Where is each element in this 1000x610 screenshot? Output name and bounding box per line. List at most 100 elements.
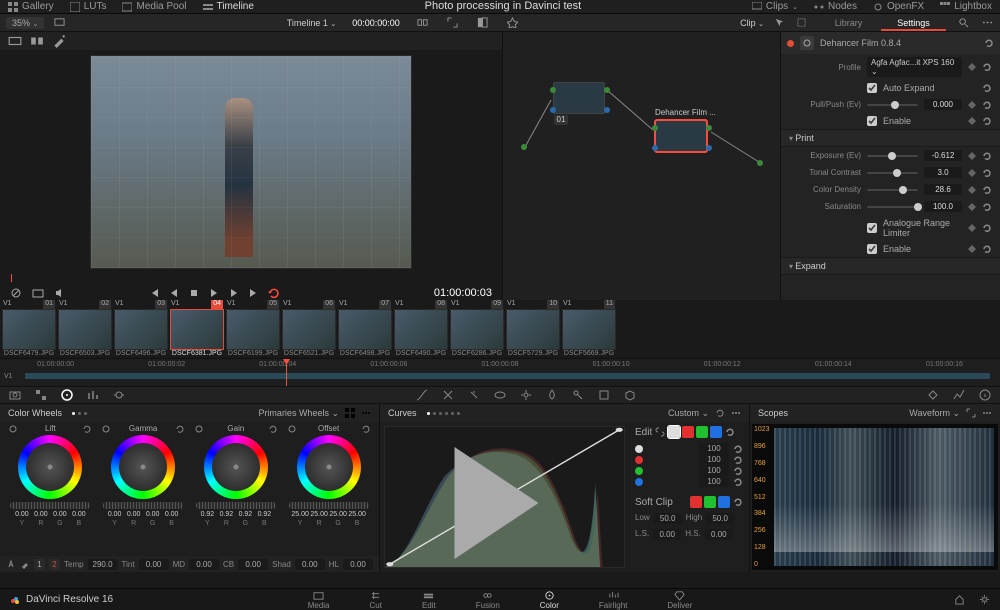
qualifier-icon[interactable] [467, 388, 481, 402]
node-output-dot[interactable] [757, 160, 763, 166]
reset-icon[interactable] [982, 185, 992, 195]
keyframes-timeline-icon[interactable] [926, 388, 940, 402]
bypass-icon[interactable] [10, 287, 22, 299]
sizing-icon[interactable] [597, 388, 611, 402]
color-wheels-icon[interactable] [60, 388, 74, 402]
hl-value[interactable]: 0.00 [343, 559, 373, 570]
wheels-menu-icon[interactable] [361, 408, 371, 418]
reset-icon[interactable] [82, 424, 92, 434]
gang-icon[interactable] [416, 16, 430, 30]
thumbnail[interactable]: V110DSCF5729.JPG [506, 300, 560, 358]
shad-value[interactable]: 0.00 [295, 559, 325, 570]
openfx-button[interactable]: OpenFX [865, 0, 932, 13]
auto-icon[interactable] [6, 559, 16, 569]
picker-icon[interactable] [194, 424, 204, 434]
sc-hs[interactable]: 0.00 [705, 529, 733, 540]
wheels-page-dots[interactable] [72, 412, 87, 415]
reset-icon[interactable] [982, 100, 992, 110]
channel-chip[interactable] [710, 426, 722, 438]
info-icon[interactable] [978, 388, 992, 402]
keyframe-icon[interactable] [968, 63, 976, 71]
adj-page2[interactable]: 2 [49, 559, 60, 570]
search-icon[interactable] [956, 16, 970, 30]
md-value[interactable]: 0.00 [189, 559, 219, 570]
curves-page-dots[interactable] [427, 412, 460, 415]
thumbnail[interactable]: V103DSCF6496.JPG [114, 300, 168, 358]
sc-chip[interactable] [718, 496, 730, 508]
color-wheel[interactable] [204, 435, 268, 499]
key-icon[interactable] [571, 388, 585, 402]
reset-icon[interactable] [733, 455, 743, 465]
expand-section-header[interactable]: Expand [781, 257, 1000, 275]
reset-icon[interactable] [733, 477, 743, 487]
plugin-reset-icon[interactable] [984, 38, 994, 48]
sc-low[interactable]: 50.0 [654, 513, 682, 524]
density-slider[interactable] [867, 189, 918, 191]
3d-icon[interactable] [623, 388, 637, 402]
plugin-active-dot[interactable] [787, 40, 794, 47]
page-fairlight[interactable]: Fairlight [599, 590, 627, 610]
image-wipe-icon[interactable] [8, 34, 22, 48]
keyframe-icon[interactable] [968, 101, 976, 109]
scopes-mode[interactable]: Waveform ⌄ [909, 408, 960, 419]
cb-value[interactable]: 0.00 [238, 559, 268, 570]
blur-icon[interactable] [545, 388, 559, 402]
channel-chip[interactable] [668, 426, 680, 438]
enable2-check[interactable] [867, 244, 877, 254]
page-media[interactable]: Media [308, 590, 330, 610]
page-deliver[interactable]: Deliver [667, 590, 692, 610]
library-tab[interactable]: Library [816, 14, 881, 31]
thumbnail[interactable]: V109DSCF6286.JPG [450, 300, 504, 358]
curves-icon[interactable] [415, 388, 429, 402]
saturation-value[interactable]: 100.0 [924, 201, 962, 212]
go-last-icon[interactable] [248, 287, 260, 299]
thumbnail[interactable]: V102DSCF6503.JPG [58, 300, 112, 358]
mediapool-button[interactable]: Media Pool [114, 0, 194, 13]
reset-icon[interactable] [982, 168, 992, 178]
expand-icon[interactable] [446, 16, 460, 30]
stop-icon[interactable] [188, 287, 200, 299]
zoom-select[interactable]: 35% ⌄ [6, 17, 44, 29]
curve-graph[interactable] [384, 426, 625, 568]
arl-check[interactable] [867, 223, 877, 233]
thumbnail[interactable]: V104DSCF6381.JPG [170, 300, 224, 358]
thumbnail[interactable]: V106DSCF6521.JPG [282, 300, 336, 358]
motion-icon[interactable] [112, 388, 126, 402]
clip-mode[interactable]: Clip ⌄ [740, 18, 764, 28]
play-icon[interactable] [208, 287, 220, 299]
pointer-icon[interactable] [772, 16, 786, 30]
reset-icon[interactable] [982, 244, 992, 254]
luts-button[interactable]: LUTs [62, 0, 115, 13]
picker-icon[interactable] [287, 424, 297, 434]
gallery-button[interactable]: Gallery [0, 0, 62, 13]
temp-value[interactable]: 290.0 [88, 559, 118, 570]
reset-icon[interactable] [268, 424, 278, 434]
page-edit[interactable]: Edit [422, 590, 436, 610]
primaries-mode[interactable]: Primaries Wheels ⌄ [258, 408, 339, 419]
jog-wheel[interactable] [10, 502, 90, 509]
profile-select[interactable]: Agfa Agfac...it XPS 160 ⌄ [867, 57, 962, 77]
thumbnail[interactable]: V101DSCF6479.JPG [2, 300, 56, 358]
tonal-slider[interactable] [867, 172, 918, 174]
pushpull-value[interactable]: 0.000 [924, 99, 962, 110]
thumbnail[interactable]: V105DSCF6199.JPG [226, 300, 280, 358]
picker-icon[interactable] [8, 424, 18, 434]
go-first-icon[interactable] [148, 287, 160, 299]
tint-value[interactable]: 0.00 [139, 559, 169, 570]
picker-icon[interactable] [20, 559, 30, 569]
auto-expand-check[interactable] [867, 83, 877, 93]
exposure-value[interactable]: -0.612 [924, 150, 962, 161]
reset-icon[interactable] [982, 83, 992, 93]
sc-high[interactable]: 50.0 [706, 513, 734, 524]
keyframe-icon[interactable] [968, 203, 976, 211]
options-icon[interactable] [980, 16, 994, 30]
timeline-track[interactable] [25, 373, 990, 379]
wipe-icon[interactable] [476, 16, 490, 30]
sc-chip[interactable] [704, 496, 716, 508]
nodes-button[interactable]: Nodes [806, 0, 865, 13]
next-frame-icon[interactable] [228, 287, 240, 299]
reset-icon[interactable] [982, 62, 992, 72]
selection-icon[interactable] [794, 16, 808, 30]
split-icon[interactable] [30, 34, 44, 48]
mute-icon[interactable] [54, 287, 66, 299]
